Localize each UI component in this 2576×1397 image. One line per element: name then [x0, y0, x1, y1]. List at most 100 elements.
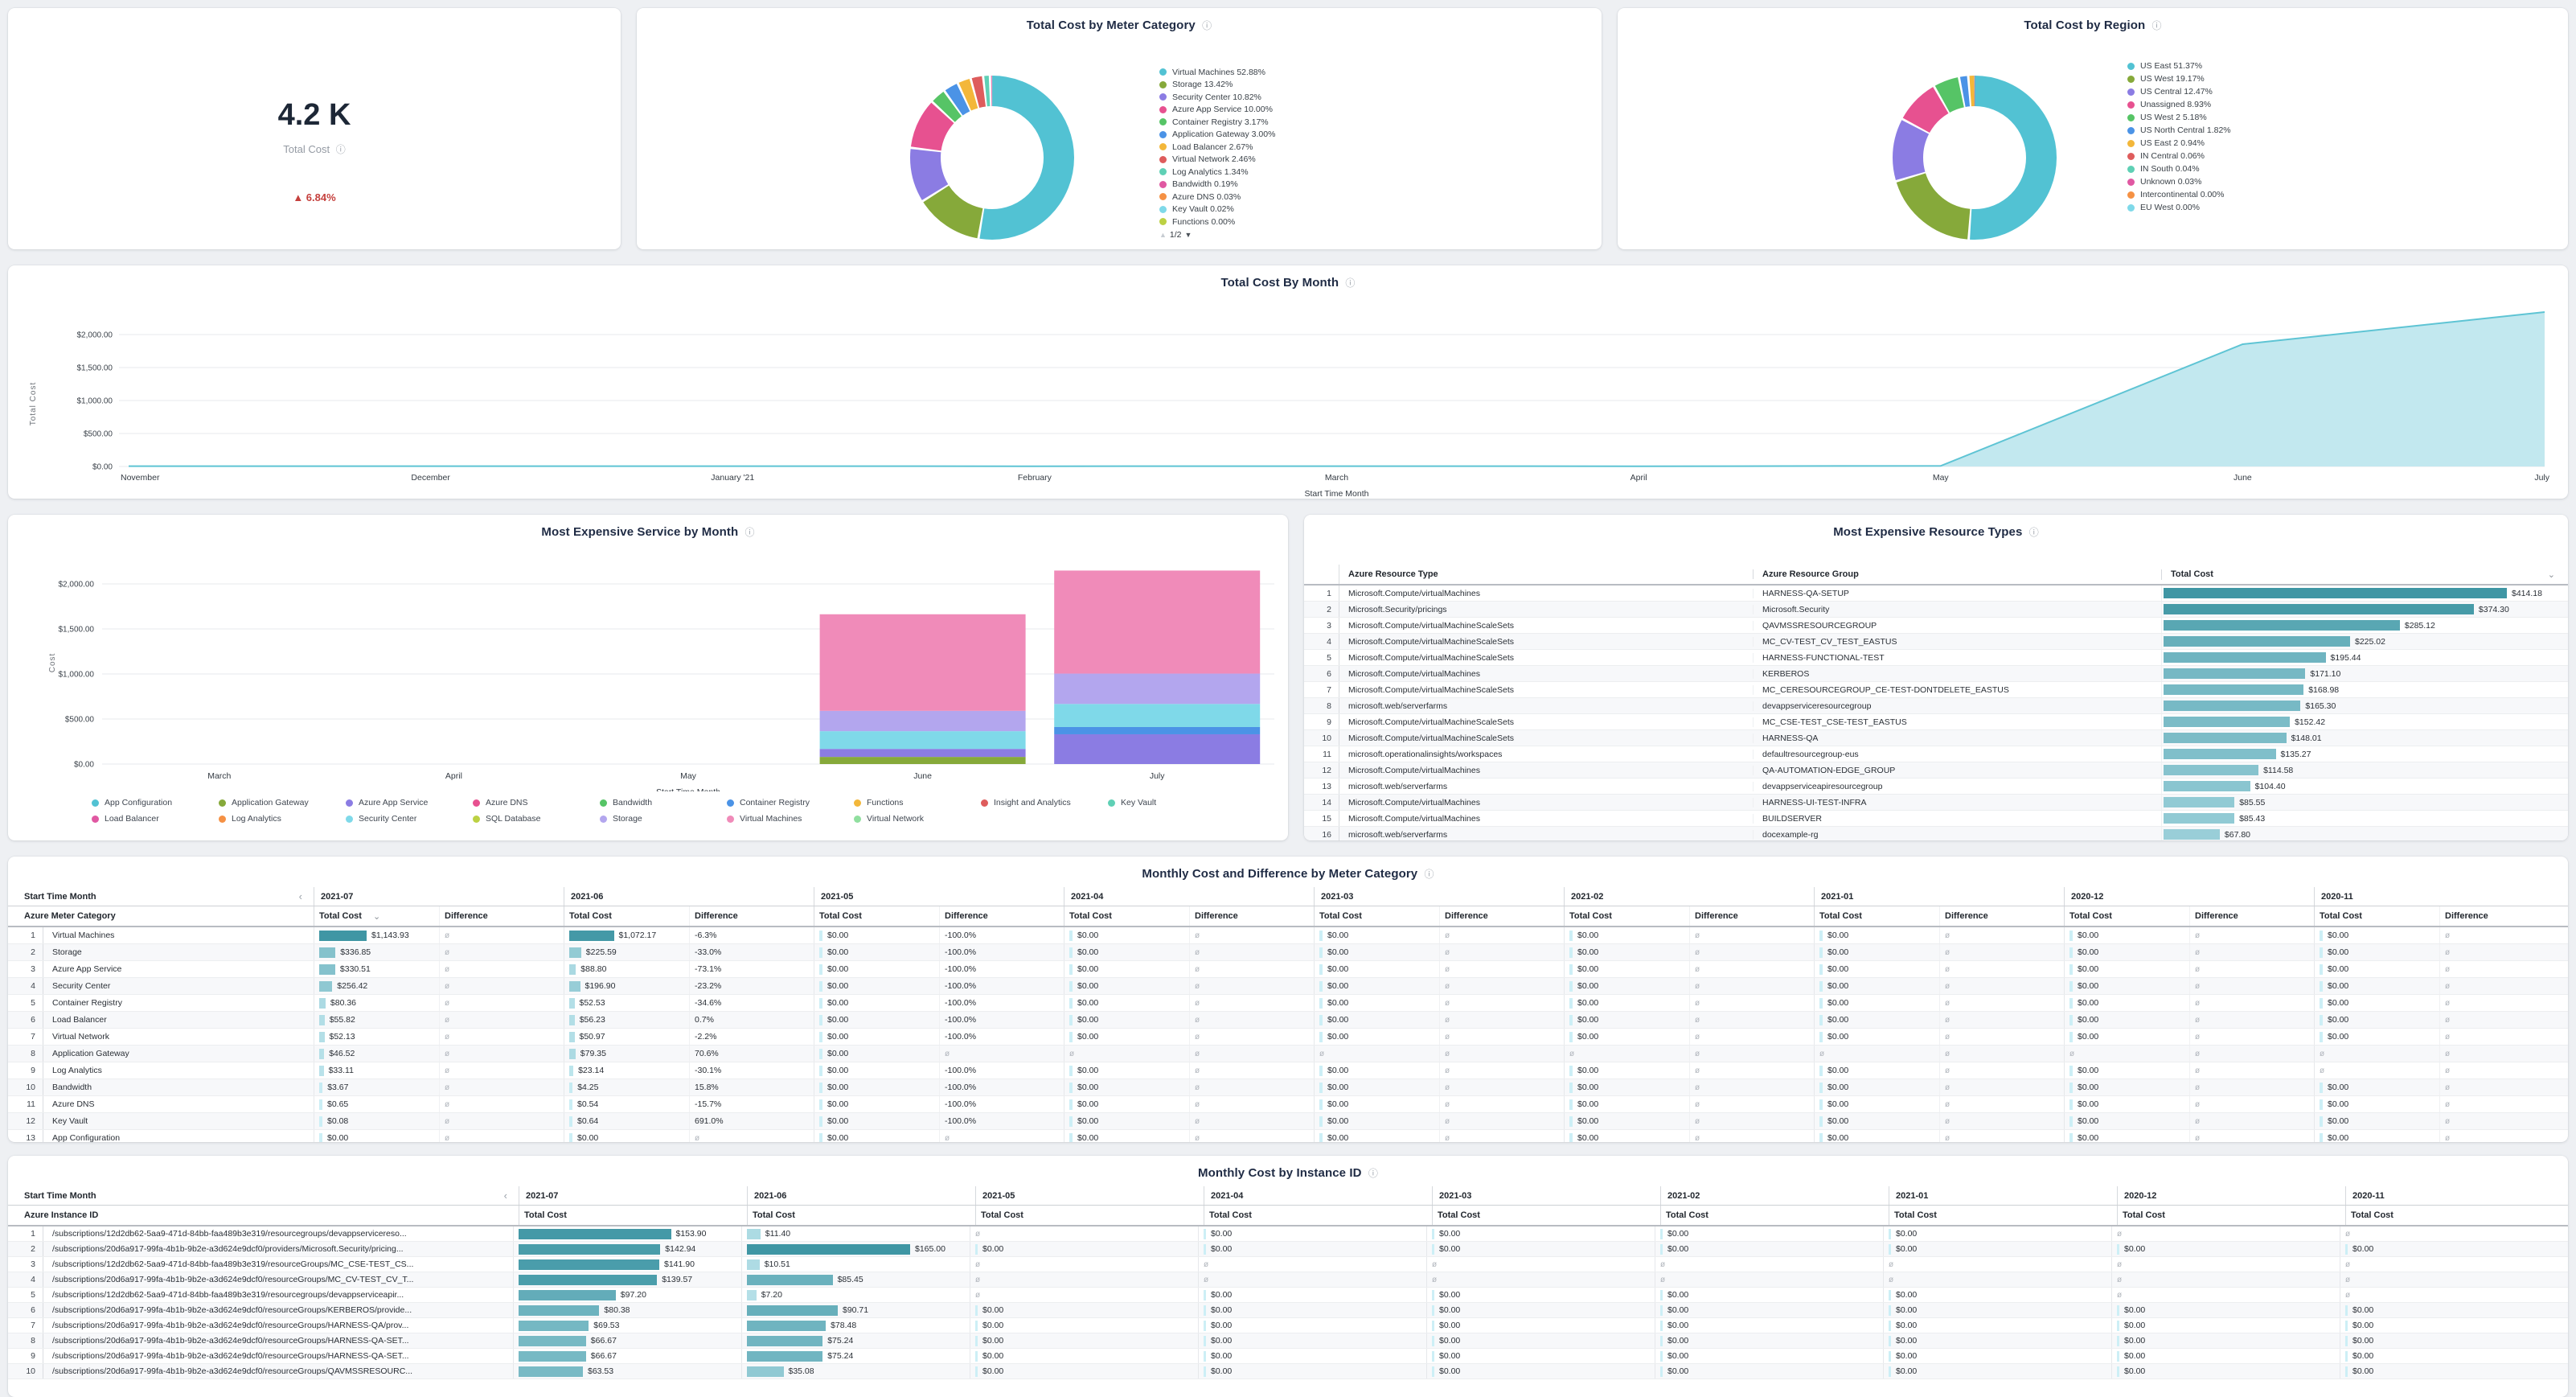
month-group-header[interactable]: 2021-07 — [519, 1186, 747, 1205]
month-group-header[interactable]: 2021-04 — [1204, 1186, 1432, 1205]
legend-item[interactable]: Log Analytics — [219, 811, 346, 827]
legend-item[interactable]: Virtual Network — [854, 811, 981, 827]
legend-item[interactable]: Azure App Service — [346, 795, 473, 811]
info-icon[interactable]: ⓘ — [2029, 527, 2039, 538]
info-icon[interactable]: ⓘ — [336, 144, 346, 155]
month-group-header[interactable]: 2020-12 — [2117, 1186, 2345, 1205]
month-group-header[interactable]: 2021-06 — [564, 887, 814, 906]
month-group-header[interactable]: 2021-05 — [975, 1186, 1204, 1205]
table-row[interactable]: 9/subscriptions/20d6a917-99fa-4b1b-9b2e-… — [8, 1349, 2568, 1364]
table-row[interactable]: 3/subscriptions/12d2db62-5aa9-471d-84bb-… — [8, 1257, 2568, 1272]
difference-header[interactable]: Difference — [2439, 906, 2564, 926]
legend-item[interactable]: Virtual Network 2.46% — [1159, 154, 1497, 166]
table-row[interactable]: 5Container Registry$80.36ø$52.53-34.6%$0… — [8, 995, 2568, 1012]
total-cost-header[interactable]: Total Cost — [1815, 906, 1939, 926]
table-row[interactable]: 1Microsoft.Compute/virtualMachinesHARNES… — [1304, 586, 2568, 602]
table-row[interactable]: 1/subscriptions/12d2db62-5aa9-471d-84bb-… — [8, 1226, 2568, 1242]
legend-item[interactable]: Key Vault 0.02% — [1159, 203, 1497, 216]
total-cost-header[interactable]: Total Cost — [2315, 906, 2439, 926]
legend-item[interactable]: Load Balancer 2.67% — [1159, 141, 1497, 154]
table-row[interactable]: 11Azure DNS$0.65ø$0.54-15.7%$0.00-100.0%… — [8, 1096, 2568, 1113]
legend-item[interactable]: Azure DNS — [473, 795, 600, 811]
legend-item[interactable]: US West 2 5.18% — [2127, 111, 2465, 124]
legend-item[interactable]: Container Registry 3.17% — [1159, 116, 1497, 129]
legend-item[interactable]: Application Gateway 3.00% — [1159, 129, 1497, 142]
total-cost-header[interactable]: Total Cost — [2118, 1206, 2346, 1225]
month-group-header[interactable]: 2020-11 — [2314, 887, 2564, 906]
month-group-header[interactable]: 2021-07 — [314, 887, 564, 906]
table-row[interactable]: 1Virtual Machines$1,143.93ø$1,072.17-6.3… — [8, 927, 2568, 944]
difference-header[interactable]: Difference — [1439, 906, 1564, 926]
total-cost-header[interactable]: Total Cost — [1565, 906, 1689, 926]
table-row[interactable]: 6Microsoft.Compute/virtualMachinesKERBER… — [1304, 666, 2568, 682]
month-group-header[interactable]: 2021-04 — [1064, 887, 1314, 906]
legend-item[interactable]: Unassigned 8.93% — [2127, 98, 2465, 111]
legend-item[interactable]: Log Analytics 1.34% — [1159, 166, 1497, 179]
meter-category-donut-chart[interactable] — [907, 72, 1077, 243]
total-cost-header[interactable]: Total Cost — [814, 906, 939, 926]
month-group-header[interactable]: 2021-03 — [1432, 1186, 1660, 1205]
info-icon[interactable]: ⓘ — [745, 527, 755, 538]
month-group-header[interactable]: 2021-01 — [1814, 887, 2064, 906]
month-group-header[interactable]: 2021-01 — [1889, 1186, 2117, 1205]
legend-item[interactable]: US West 19.17% — [2127, 72, 2465, 85]
legend-item[interactable]: Insight and Analytics — [981, 795, 1108, 811]
total-cost-header[interactable]: Total Cost — [1889, 1206, 2118, 1225]
total-cost-header[interactable]: Total Cost — [2346, 1206, 2568, 1225]
table-row[interactable]: 14Microsoft.Compute/virtualMachinesHARNE… — [1304, 795, 2568, 811]
table-row[interactable]: 8Application Gateway$46.52ø$79.3570.6%$0… — [8, 1046, 2568, 1062]
legend-item[interactable]: Intercontinental 0.00% — [2127, 188, 2465, 201]
column-header-resource-group[interactable]: Azure Resource Group — [1753, 569, 2161, 579]
region-donut-chart[interactable] — [1889, 72, 2060, 243]
pager-down-icon[interactable]: ▼ — [1185, 231, 1192, 239]
table-row[interactable]: 10/subscriptions/20d6a917-99fa-4b1b-9b2e… — [8, 1364, 2568, 1379]
total-cost-header[interactable]: Total Cost — [1315, 906, 1439, 926]
info-icon[interactable]: ⓘ — [1425, 869, 1434, 880]
table-row[interactable]: 5Microsoft.Compute/virtualMachineScaleSe… — [1304, 650, 2568, 666]
legend-item[interactable]: Bandwidth — [600, 795, 727, 811]
total-cost-by-month-area-chart[interactable]: $0.00$500.00$1,000.00$1,500.00$2,000.00N… — [8, 293, 2568, 499]
table-row[interactable]: 7Microsoft.Compute/virtualMachineScaleSe… — [1304, 682, 2568, 698]
table-row[interactable]: 12Microsoft.Compute/virtualMachinesQA-AU… — [1304, 762, 2568, 779]
table-row[interactable]: 4Security Center$256.42ø$196.90-23.2%$0.… — [8, 978, 2568, 995]
total-cost-header[interactable]: Total Cost — [519, 1206, 748, 1225]
legend-item[interactable]: Key Vault — [1108, 795, 1235, 811]
total-cost-header[interactable]: Total Cost — [564, 906, 689, 926]
legend-item[interactable]: US Central 12.47% — [2127, 85, 2465, 98]
table-row[interactable]: 4Microsoft.Compute/virtualMachineScaleSe… — [1304, 634, 2568, 650]
month-group-header[interactable]: 2020-11 — [2345, 1186, 2568, 1205]
month-group-header[interactable]: 2020-12 — [2064, 887, 2314, 906]
table-row[interactable]: 7/subscriptions/20d6a917-99fa-4b1b-9b2e-… — [8, 1318, 2568, 1333]
table-row[interactable]: 8microsoft.web/serverfarmsdevappservicer… — [1304, 698, 2568, 714]
table-row[interactable]: 3Azure App Service$330.51ø$88.80-73.1%$0… — [8, 961, 2568, 978]
legend-item[interactable]: US East 51.37% — [2127, 60, 2465, 72]
sort-chevron-icon[interactable]: ⌄ — [2548, 569, 2555, 580]
total-cost-header[interactable]: Total Cost — [976, 1206, 1204, 1225]
prev-months-icon[interactable]: ‹ — [299, 890, 302, 902]
info-icon[interactable]: ⓘ — [1345, 277, 1355, 289]
difference-header[interactable]: Difference — [439, 906, 564, 926]
total-cost-header[interactable]: Total Cost — [1661, 1206, 1889, 1225]
table-row[interactable]: 11microsoft.operationalinsights/workspac… — [1304, 746, 2568, 762]
month-group-header[interactable]: 2021-02 — [1564, 887, 1814, 906]
table-row[interactable]: 2Storage$336.85ø$225.59-33.0%$0.00-100.0… — [8, 944, 2568, 961]
table-row[interactable]: 6Load Balancer$55.82ø$56.230.7%$0.00-100… — [8, 1012, 2568, 1029]
legend-item[interactable]: Virtual Machines 52.88% — [1159, 66, 1497, 79]
difference-header[interactable]: Difference — [1189, 906, 1314, 926]
legend-item[interactable]: Security Center 10.82% — [1159, 91, 1497, 104]
total-cost-header[interactable]: Total Cost — [748, 1206, 976, 1225]
difference-header[interactable]: Difference — [2189, 906, 2314, 926]
difference-header[interactable]: Difference — [1689, 906, 1814, 926]
total-cost-header[interactable]: Total Cost — [1433, 1206, 1661, 1225]
difference-header[interactable]: Difference — [1939, 906, 2064, 926]
info-icon[interactable]: ⓘ — [1368, 1168, 1378, 1179]
legend-item[interactable]: IN South 0.04% — [2127, 162, 2465, 175]
table-row[interactable]: 5/subscriptions/12d2db62-5aa9-471d-84bb-… — [8, 1288, 2568, 1303]
legend-item[interactable]: Storage — [600, 811, 727, 827]
table-row[interactable]: 6/subscriptions/20d6a917-99fa-4b1b-9b2e-… — [8, 1303, 2568, 1318]
table-row[interactable]: 10Bandwidth$3.67ø$4.2515.8%$0.00-100.0%$… — [8, 1079, 2568, 1096]
prev-months-icon[interactable]: ‹ — [504, 1190, 507, 1202]
legend-item[interactable]: Load Balancer — [92, 811, 219, 827]
total-cost-header[interactable]: Total Cost⌄ — [314, 906, 439, 926]
table-row[interactable]: 8/subscriptions/20d6a917-99fa-4b1b-9b2e-… — [8, 1333, 2568, 1349]
